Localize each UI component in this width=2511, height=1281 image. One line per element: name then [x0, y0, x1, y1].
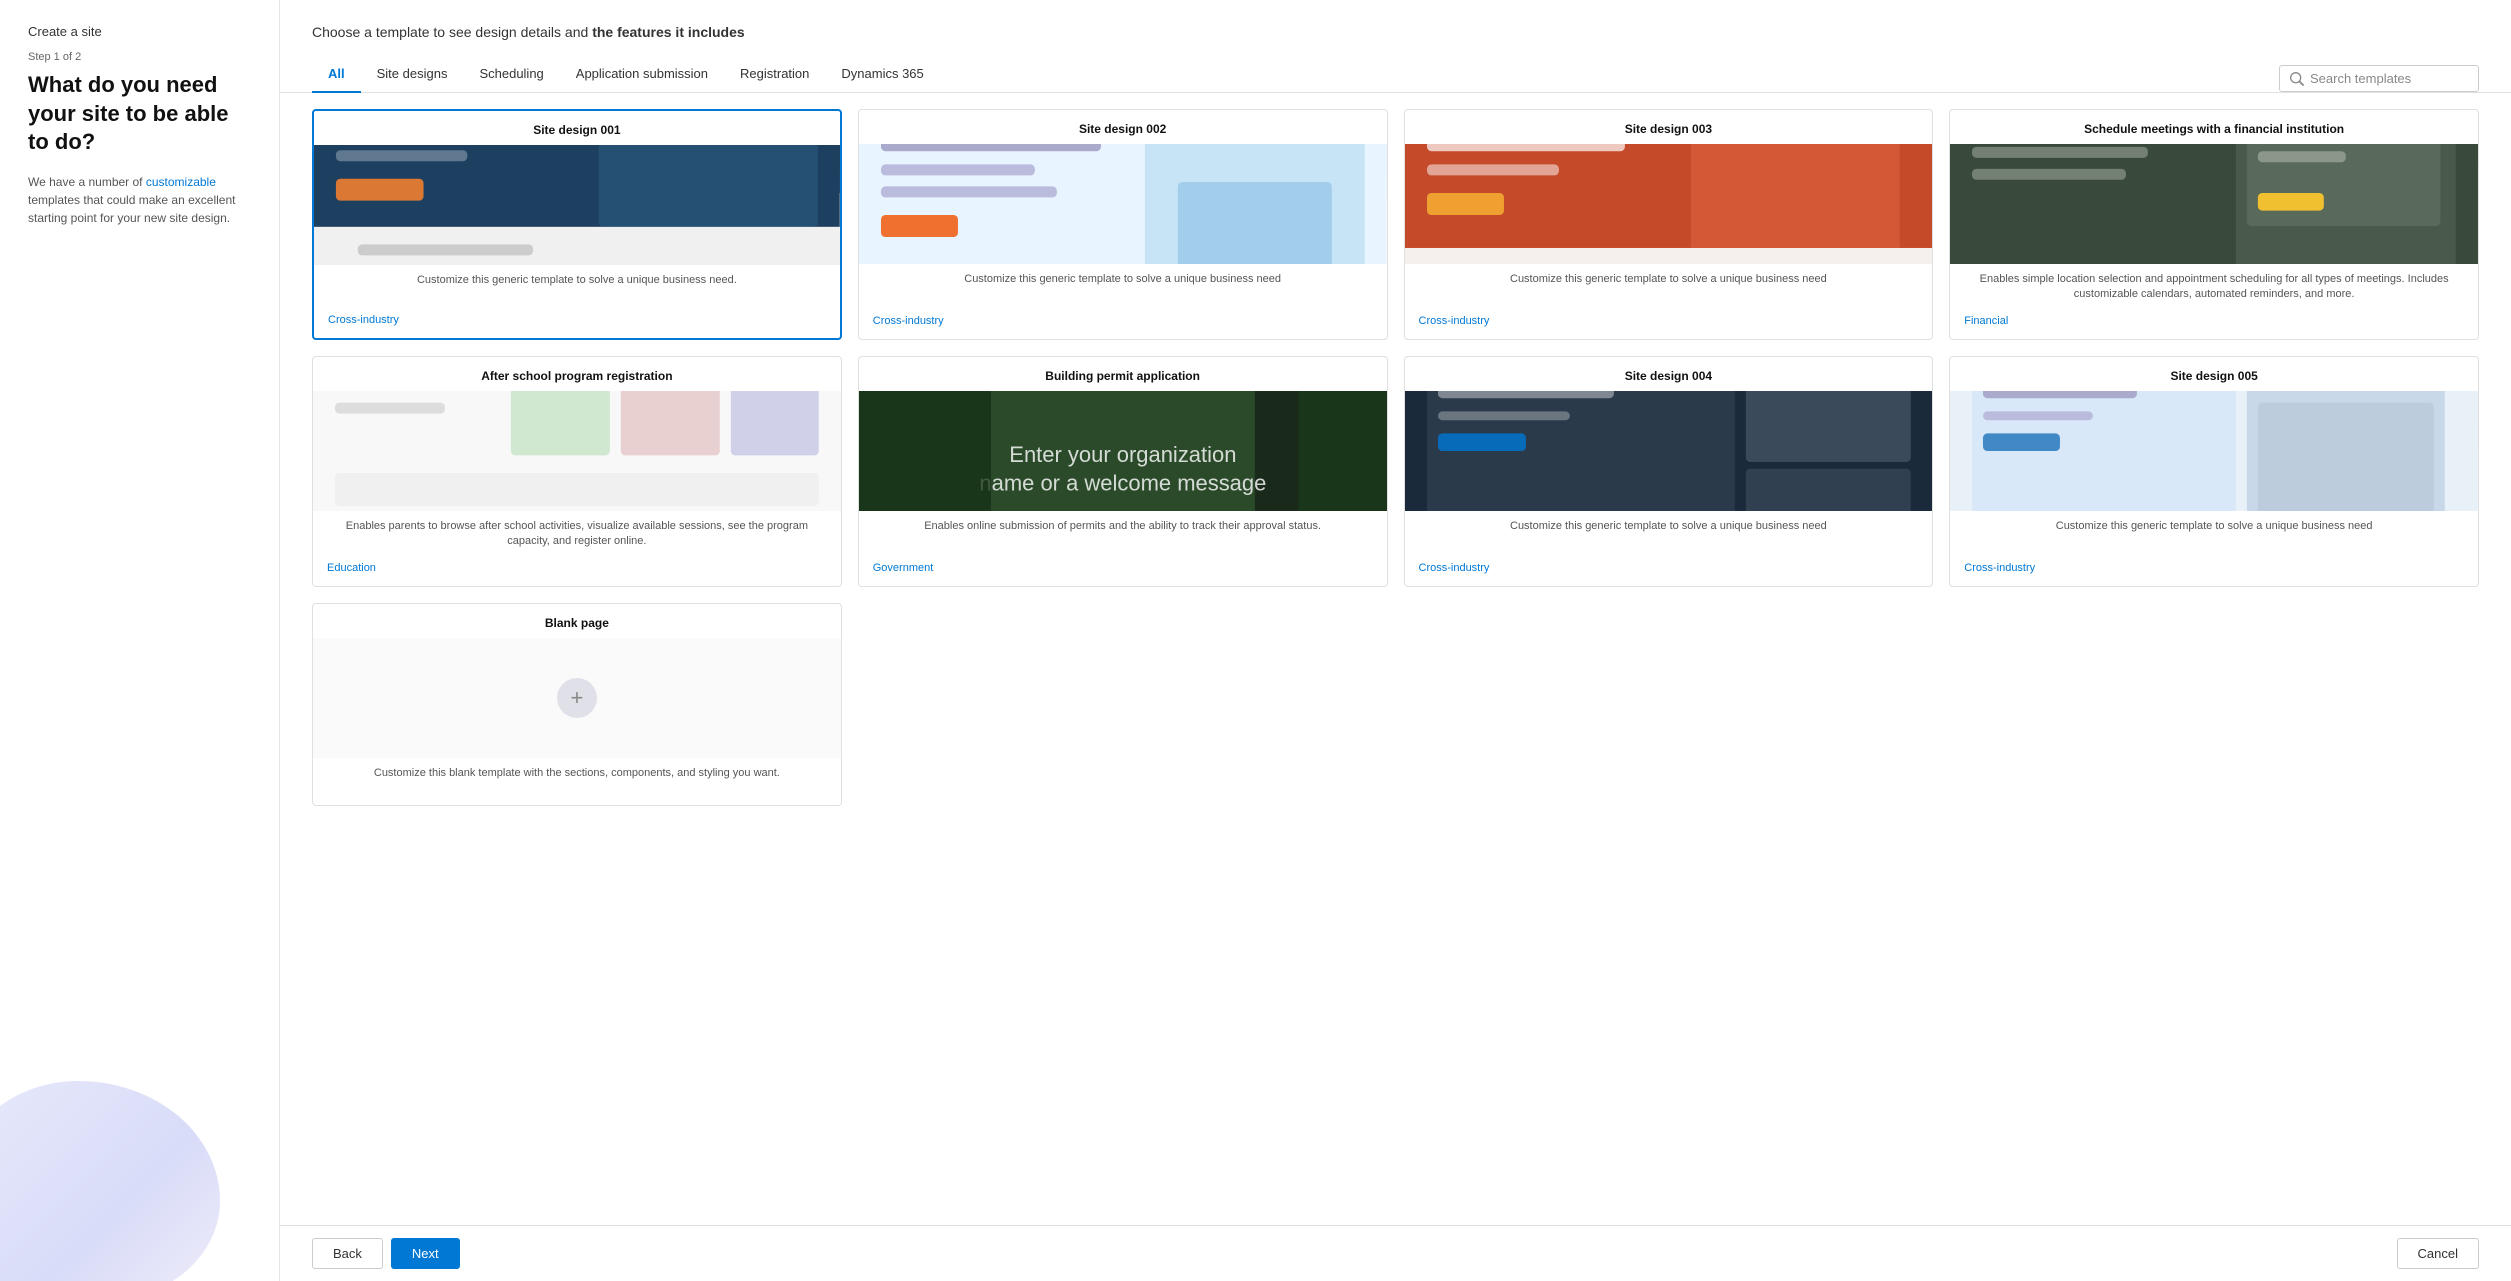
card-blank-page[interactable]: Blank page + Customize this blank templa… [312, 603, 842, 806]
svg-text:Enter your organization: Enter your organization [1009, 442, 1236, 467]
footer: Back Next Cancel [280, 1225, 2511, 1281]
sidebar-title: Create a site [28, 24, 251, 39]
card-preview-schedule-meetings [1950, 144, 2478, 264]
card-preview-blank-page: + [313, 638, 841, 758]
sidebar-decoration [0, 1081, 220, 1281]
card-site-design-003[interactable]: Site design 003 Customize this generic t… [1404, 109, 1934, 340]
tab-bar: All Site designs Scheduling Application … [312, 56, 940, 92]
card-preview-site-design-001 [314, 145, 840, 265]
search-placeholder: Search templates [2310, 71, 2411, 86]
card-title-site-design-001: Site design 001 [314, 111, 840, 145]
card-title-site-design-003: Site design 003 [1405, 110, 1933, 144]
card-desc-site-design-001: Customize this generic template to solve… [314, 265, 840, 310]
footer-left: Back Next [312, 1238, 460, 1269]
sidebar-description: We have a number of customizable templat… [28, 173, 251, 227]
tab-dynamics365[interactable]: Dynamics 365 [825, 56, 939, 93]
tab-scheduling[interactable]: Scheduling [463, 56, 559, 93]
card-tag-site-design-004: Cross-industry [1405, 558, 1933, 586]
cancel-button[interactable]: Cancel [2397, 1238, 2479, 1269]
card-tag-after-school: Education [313, 558, 841, 586]
card-desc-site-design-002: Customize this generic template to solve… [859, 264, 1387, 311]
sidebar: Create a site Step 1 of 2 What do you ne… [0, 0, 280, 1281]
card-preview-site-design-005 [1950, 391, 2478, 511]
card-desc-schedule-meetings: Enables simple location selection and ap… [1950, 264, 2478, 311]
card-site-design-004[interactable]: Site design 004 Customize this generic t… [1404, 356, 1934, 587]
card-preview-site-design-003 [1405, 144, 1933, 264]
card-schedule-meetings[interactable]: Schedule meetings with a financial insti… [1949, 109, 2479, 340]
card-tag-site-design-003: Cross-industry [1405, 311, 1933, 339]
sidebar-step: Step 1 of 2 [28, 51, 251, 63]
card-desc-site-design-004: Customize this generic template to solve… [1405, 511, 1933, 558]
card-title-site-design-005: Site design 005 [1950, 357, 2478, 391]
card-tag-building-permit: Government [859, 558, 1387, 586]
sidebar-heading: What do you need your site to be able to… [28, 71, 251, 157]
card-title-site-design-002: Site design 002 [859, 110, 1387, 144]
card-desc-after-school: Enables parents to browse after school a… [313, 511, 841, 558]
card-desc-site-design-005: Customize this generic template to solve… [1950, 511, 2478, 558]
main-content: Choose a template to see design details … [280, 0, 2511, 1281]
back-button[interactable]: Back [312, 1238, 383, 1269]
tab-all[interactable]: All [312, 56, 361, 93]
template-grid: Site design 001 Customize this gene [312, 109, 2479, 806]
tab-registration[interactable]: Registration [724, 56, 825, 93]
card-site-design-002[interactable]: Site design 002 [858, 109, 1388, 340]
card-site-design-001[interactable]: Site design 001 Customize this gene [312, 109, 842, 340]
card-desc-building-permit: Enables online submission of permits and… [859, 511, 1387, 558]
card-desc-blank-page: Customize this blank template with the s… [313, 758, 841, 789]
card-preview-site-design-002 [859, 144, 1387, 264]
main-header: Choose a template to see design details … [280, 0, 2511, 56]
card-desc-site-design-003: Customize this generic template to solve… [1405, 264, 1933, 311]
svg-text:name or a welcome message: name or a welcome message [979, 470, 1266, 495]
tab-site-designs[interactable]: Site designs [361, 56, 464, 93]
card-title-site-design-004: Site design 004 [1405, 357, 1933, 391]
card-tag-site-design-001: Cross-industry [314, 310, 840, 338]
card-building-permit[interactable]: Building permit application Enter your o… [858, 356, 1388, 587]
footer-right: Cancel [2397, 1238, 2479, 1269]
search-icon [2290, 72, 2304, 86]
tabs-search-row: All Site designs Scheduling Application … [280, 56, 2511, 93]
card-title-schedule-meetings: Schedule meetings with a financial insti… [1950, 110, 2478, 144]
main-header-title: Choose a template to see design details … [312, 24, 2479, 40]
card-preview-building-permit: Enter your organization name or a welcom… [859, 391, 1387, 511]
card-tag-blank-page [313, 789, 841, 805]
card-title-after-school: After school program registration [313, 357, 841, 391]
card-tag-site-design-002: Cross-industry [859, 311, 1387, 339]
next-button[interactable]: Next [391, 1238, 460, 1269]
card-preview-after-school [313, 391, 841, 511]
card-preview-site-design-004 [1405, 391, 1933, 511]
card-after-school[interactable]: After school program registration [312, 356, 842, 587]
card-tag-schedule-meetings: Financial [1950, 311, 2478, 339]
search-box[interactable]: Search templates [2279, 65, 2479, 92]
card-title-blank-page: Blank page [313, 604, 841, 638]
blank-plus-icon: + [557, 678, 597, 718]
tab-application-submission[interactable]: Application submission [560, 56, 724, 93]
card-title-building-permit: Building permit application [859, 357, 1387, 391]
card-site-design-005[interactable]: Site design 005 Customize this gene [1949, 356, 2479, 587]
template-grid-scroll[interactable]: Site design 001 Customize this gene [280, 93, 2511, 1225]
card-tag-site-design-005: Cross-industry [1950, 558, 2478, 586]
